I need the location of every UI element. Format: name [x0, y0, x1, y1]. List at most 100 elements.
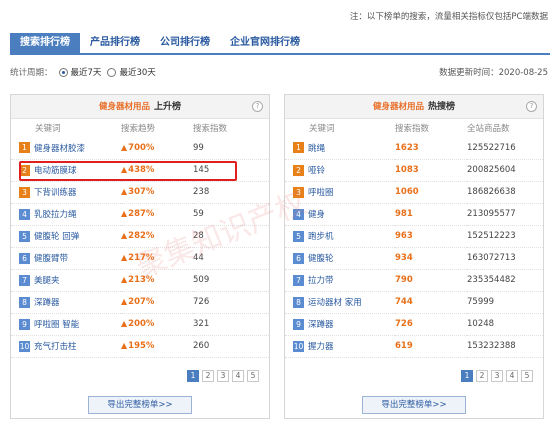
table-row[interactable]: 7 美腿夹 ▲213% 509: [11, 269, 269, 292]
export-button[interactable]: 导出完整榜单>>: [88, 396, 192, 414]
page-3[interactable]: 3: [217, 370, 229, 382]
trend-value: 700%: [128, 142, 155, 153]
trend-cell: ▲282%: [121, 225, 193, 248]
page-5[interactable]: 5: [521, 370, 533, 382]
tab-search-ranking[interactable]: 搜索排行榜: [10, 33, 80, 53]
page-1[interactable]: 1: [461, 370, 473, 382]
keyword-cell: 5 健腹轮 回弹: [11, 225, 121, 248]
arrow-up-icon: ▲: [121, 275, 128, 284]
keyword-link[interactable]: 美腿夹: [34, 276, 60, 286]
table-row[interactable]: 10 握力器 619 153232388: [285, 335, 543, 358]
arrow-up-icon: ▲: [121, 297, 128, 306]
tab-website-ranking[interactable]: 企业官网排行榜: [220, 33, 310, 53]
keyword-link[interactable]: 握力器: [308, 342, 334, 352]
help-icon[interactable]: ?: [252, 101, 263, 112]
trend-cell: ▲307%: [121, 181, 193, 204]
col-count: 全站商品数: [467, 124, 510, 134]
page-4[interactable]: 4: [506, 370, 518, 382]
table-row[interactable]: 5 健腹轮 回弹 ▲282% 28: [11, 225, 269, 248]
table-row[interactable]: 3 下背训练器 ▲307% 238: [11, 181, 269, 204]
table-row[interactable]: 3 呼啦圈 1060 186826638: [285, 181, 543, 204]
table-row[interactable]: 9 深蹲器 726 10248: [285, 313, 543, 336]
page-1[interactable]: 1: [187, 370, 199, 382]
count-cell: 10248: [467, 313, 543, 336]
keyword-cell: 3 下背训练器: [11, 181, 121, 204]
keyword-link[interactable]: 深蹲器: [308, 320, 334, 330]
pagination: 1 2 3 4 5: [187, 370, 259, 382]
index-value: 744: [395, 297, 413, 307]
rising-table: 关键词 搜索趋势 搜索指数 1 健身器材胶漆 ▲700% 99 2 电动筋膜球 ▲438% 1…: [11, 119, 269, 358]
count-value: 153232388: [467, 341, 516, 351]
keyword-link[interactable]: 电动筋膜球: [34, 166, 77, 176]
rank-badge: 9: [19, 318, 30, 330]
table-row[interactable]: 9 呼啦圈 智能 ▲200% 321: [11, 313, 269, 336]
keyword-cell: 1 健身器材胶漆: [11, 137, 121, 160]
keyword-link[interactable]: 跳绳: [308, 144, 325, 154]
tab-company-ranking[interactable]: 公司排行榜: [150, 33, 220, 53]
keyword-link[interactable]: 健腹轮: [308, 254, 334, 264]
keyword-link[interactable]: 充气打击柱: [34, 342, 77, 352]
trend-cell: ▲217%: [121, 247, 193, 270]
index-value: 934: [395, 253, 413, 263]
keyword-link[interactable]: 深蹲器: [34, 298, 60, 308]
trend-value: 217%: [128, 253, 155, 263]
count-cell: 163072713: [467, 247, 543, 270]
keyword-link[interactable]: 哑铃: [308, 166, 325, 176]
index-cell: 744: [395, 291, 467, 314]
table-row[interactable]: 4 乳胶拉力绳 ▲287% 59: [11, 203, 269, 226]
table-row[interactable]: 2 电动筋膜球 ▲438% 145: [11, 159, 269, 182]
keyword-link[interactable]: 健身: [308, 210, 325, 220]
rank-badge: 2: [293, 164, 304, 176]
count-value: 10248: [467, 319, 495, 329]
rank-badge: 8: [19, 296, 30, 308]
keyword-link[interactable]: 健腹轮 回弹: [34, 232, 79, 242]
table-row[interactable]: 1 健身器材胶漆 ▲700% 99: [11, 137, 269, 160]
table-row[interactable]: 6 健腹轮 934 163072713: [285, 247, 543, 270]
table-row[interactable]: 1 跳绳 1623 125522716: [285, 137, 543, 160]
table-row[interactable]: 7 拉力带 790 235354482: [285, 269, 543, 292]
keyword-cell: 4 健身: [285, 203, 395, 226]
keyword-cell: 1 跳绳: [285, 137, 395, 160]
keyword-link[interactable]: 呼啦圈: [308, 188, 334, 198]
rank-badge: 10: [293, 340, 304, 352]
table-row[interactable]: 2 哑铃 1083 200825604: [285, 159, 543, 182]
keyword-link[interactable]: 下背训练器: [34, 188, 77, 198]
trend-cell: ▲195%: [121, 335, 193, 358]
page-4[interactable]: 4: [232, 370, 244, 382]
keyword-cell: 2 哑铃: [285, 159, 395, 182]
keyword-cell: 4 乳胶拉力绳: [11, 203, 121, 226]
radio-30-days[interactable]: 最近30天: [107, 66, 156, 78]
count-value: 152512223: [467, 231, 516, 241]
radio-7-days[interactable]: 最近7天: [58, 66, 101, 78]
export-button[interactable]: 导出完整榜单>>: [362, 396, 466, 414]
rank-badge: 3: [19, 186, 30, 198]
page-5[interactable]: 5: [247, 370, 259, 382]
table-row[interactable]: 4 健身 981 213095577: [285, 203, 543, 226]
table-row[interactable]: 8 深蹲器 ▲207% 726: [11, 291, 269, 314]
data-note: 注：以下榜单的搜索，流量相关指标仅包括PC端数据: [349, 12, 548, 22]
page-2[interactable]: 2: [202, 370, 214, 382]
keyword-link[interactable]: 乳胶拉力绳: [34, 210, 77, 220]
tab-product-ranking[interactable]: 产品排行榜: [80, 33, 150, 53]
index-cell: 1623: [395, 137, 467, 160]
index-cell: 44: [193, 247, 269, 270]
table-row[interactable]: 8 运动器材 家用 744 75999: [285, 291, 543, 314]
table-row[interactable]: 5 跑步机 963 152512223: [285, 225, 543, 248]
keyword-link[interactable]: 跑步机: [308, 232, 334, 242]
rank-badge: 4: [19, 208, 30, 220]
count-cell: 213095577: [467, 203, 543, 226]
keyword-link[interactable]: 健腹臂带: [34, 254, 68, 264]
page-3[interactable]: 3: [491, 370, 503, 382]
keyword-link[interactable]: 健身器材胶漆: [34, 144, 85, 154]
table-row[interactable]: 10 充气打击柱 ▲195% 260: [11, 335, 269, 358]
help-icon[interactable]: ?: [526, 101, 537, 112]
keyword-link[interactable]: 呼啦圈 智能: [34, 320, 79, 330]
page-2[interactable]: 2: [476, 370, 488, 382]
keyword-link[interactable]: 运动器材 家用: [308, 298, 362, 308]
table-row[interactable]: 6 健腹臂带 ▲217% 44: [11, 247, 269, 270]
keyword-link[interactable]: 拉力带: [308, 276, 334, 286]
index-value: 260: [193, 341, 210, 351]
arrow-up-icon: ▲: [121, 209, 128, 218]
trend-value: 438%: [128, 165, 155, 175]
trend-value: 287%: [128, 209, 155, 219]
